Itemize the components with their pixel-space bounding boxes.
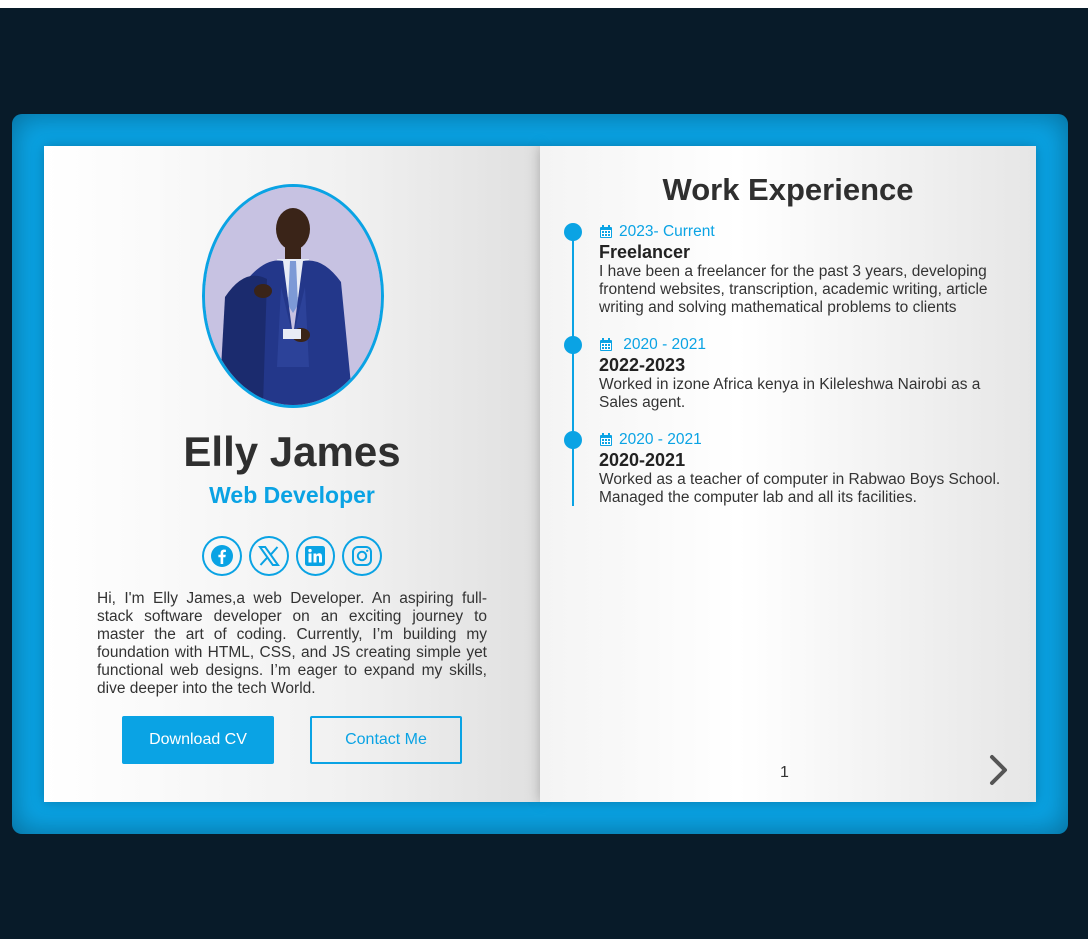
page-number: 1 <box>780 764 789 781</box>
timeline-date: 2020 - 2021 <box>599 431 702 449</box>
timeline-date-text: 2020 - 2021 <box>619 336 707 353</box>
timeline-heading: 2022-2023 <box>599 355 686 375</box>
timeline-description: Worked as a teacher of computer in Rabwa… <box>599 471 1001 506</box>
timeline-date: 2023- Current <box>599 223 715 241</box>
x-twitter-icon[interactable] <box>248 536 289 576</box>
timeline-date: 2020 - 2021 <box>599 336 706 354</box>
timeline-dot <box>564 336 582 354</box>
top-bar <box>0 0 1088 8</box>
experience-page: Work Experience 2023- Current Freelancer… <box>540 146 1036 802</box>
portrait-photo <box>205 187 381 405</box>
timeline-heading: 2020-2021 <box>599 450 686 470</box>
download-cv-button[interactable]: Download CV <box>122 716 274 764</box>
timeline-description: I have been a freelancer for the past 3 … <box>599 263 988 316</box>
timeline-date-text: 2023- Current <box>619 223 715 240</box>
timeline-dot <box>564 223 582 241</box>
social-links <box>202 536 382 576</box>
contact-me-button[interactable]: Contact Me <box>310 716 462 764</box>
profile-photo <box>202 184 384 408</box>
timeline-dot <box>564 431 582 449</box>
calendar-icon <box>600 433 612 446</box>
timeline-heading: Freelancer <box>599 242 691 262</box>
timeline-line <box>572 232 574 506</box>
experience-title: Work Experience <box>662 172 914 207</box>
timeline-description: Worked in izone Africa kenya in Kilelesh… <box>599 376 981 411</box>
instagram-icon[interactable] <box>342 536 382 576</box>
profile-bio: Hi, I'm Elly James,a web Developer. An a… <box>97 590 487 697</box>
profile-page: Elly James Web Developer Hi, I'm Elly Ja… <box>44 146 540 802</box>
chevron-right-icon[interactable] <box>984 752 1012 788</box>
calendar-icon <box>600 338 612 351</box>
timeline-date-text: 2020 - 2021 <box>619 431 702 448</box>
linkedin-icon[interactable] <box>295 536 336 576</box>
calendar-icon <box>600 225 612 238</box>
profile-name: Elly James <box>183 428 401 475</box>
profile-role: Web Developer <box>209 482 375 508</box>
facebook-icon[interactable] <box>202 536 242 576</box>
